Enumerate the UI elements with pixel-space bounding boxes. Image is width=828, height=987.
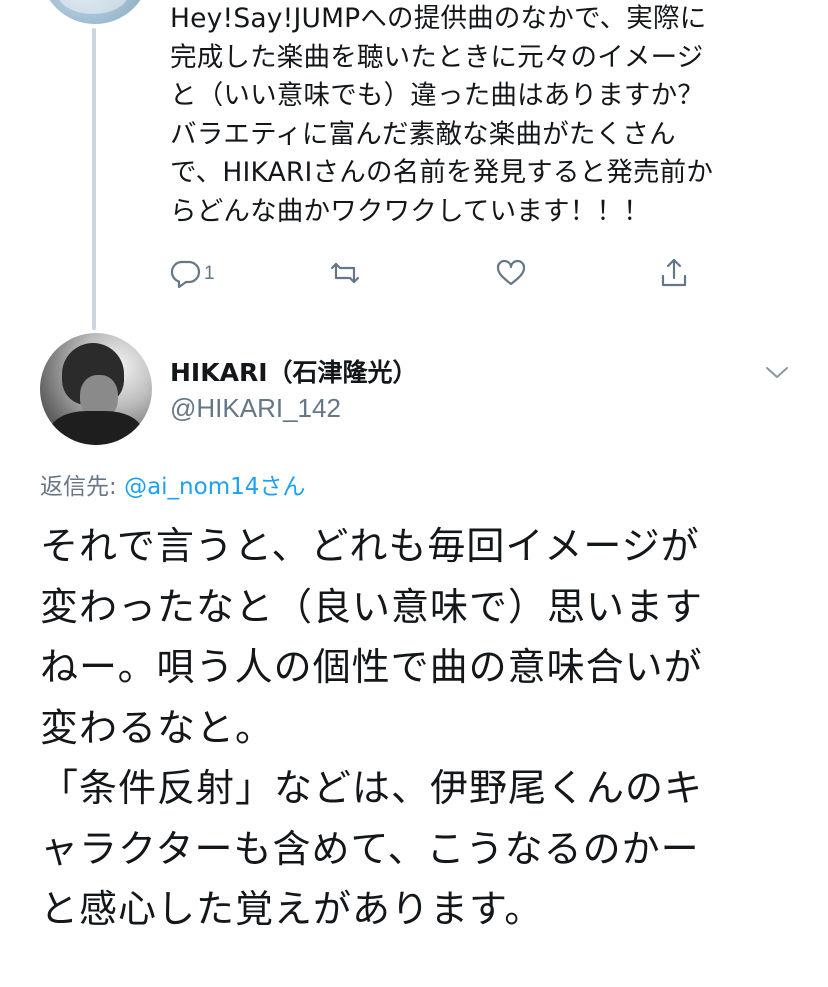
retweet-icon [330, 262, 360, 284]
avatar-body [50, 411, 142, 445]
tweet-menu-button[interactable] [762, 360, 792, 384]
reply-count: 1 [204, 263, 215, 284]
reply-icon [170, 260, 201, 289]
user-handle[interactable]: @HIKARI_142 [170, 393, 341, 424]
replying-to: 返信先: @ai_nom14さん [40, 467, 305, 501]
reply-button[interactable]: 1 [168, 256, 215, 290]
heart-icon [496, 259, 526, 286]
share-icon [661, 258, 687, 287]
parent-tweet-text: Hey!Say!JUMPへの提供曲のなかで、実際に 完成した楽曲を聴いたときに元… [170, 3, 714, 227]
thread-line [92, 28, 96, 330]
retweet-button[interactable] [328, 256, 362, 290]
like-button[interactable] [494, 256, 528, 290]
display-name[interactable]: HIKARI（石津隆光） [170, 353, 418, 389]
chevron-down-icon [766, 367, 788, 378]
parent-tweet-actions: 1 [168, 256, 698, 296]
replying-to-mention[interactable]: @ai_nom14さん [124, 474, 305, 500]
avatar[interactable] [40, 333, 152, 445]
parent-avatar[interactable] [40, 0, 150, 24]
share-button[interactable] [657, 256, 691, 290]
tweet-text: それで言うと、どれも毎回イメージが 変わったなと（良い意味で）思います ねー。唄… [40, 524, 704, 931]
replying-to-label: 返信先: [40, 474, 125, 500]
